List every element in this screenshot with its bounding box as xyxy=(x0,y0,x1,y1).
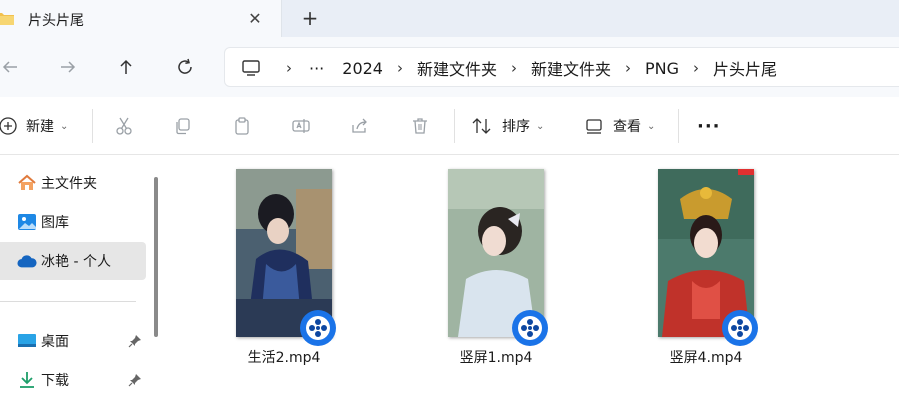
rename-button[interactable] xyxy=(289,97,313,155)
view-button[interactable]: 查看 ⌄ xyxy=(582,97,655,155)
file-name: 竖屏4.mp4 xyxy=(669,350,743,366)
file-item[interactable]: 竖屏4.mp4 xyxy=(628,169,758,369)
sidebar-item-label: 桌面 xyxy=(41,334,69,350)
copy-icon xyxy=(171,114,195,138)
file-item[interactable]: 竖屏1.mp4 xyxy=(418,169,548,369)
sidebar-item-label: 图库 xyxy=(41,215,69,231)
home-icon xyxy=(17,173,37,193)
computer-icon[interactable] xyxy=(241,58,261,78)
file-name: 生活2.mp4 xyxy=(247,350,321,366)
cloud-icon xyxy=(17,251,37,271)
plus-circle-icon xyxy=(0,114,20,138)
breadcrumb-item[interactable]: 新建文件夹 xyxy=(417,56,497,80)
sidebar-item-downloads[interactable]: 下载 xyxy=(0,361,146,399)
pin-icon[interactable] xyxy=(128,373,142,387)
up-arrow-icon[interactable] xyxy=(112,53,140,81)
tab-title: 片头片尾 xyxy=(28,13,84,29)
new-button[interactable]: 新建 ⌄ xyxy=(0,97,68,155)
breadcrumb-more[interactable]: ··· xyxy=(309,59,324,78)
rename-icon xyxy=(289,114,313,138)
chevron-down-icon: ⌄ xyxy=(60,120,69,132)
tab-bar: 片头片尾 ✕ + xyxy=(0,0,899,37)
breadcrumb: › ··· 2024 › 新建文件夹 › 新建文件夹 › PNG › 片头片尾 xyxy=(273,48,777,88)
sidebar-scrollbar[interactable] xyxy=(154,177,158,337)
breadcrumb-item[interactable]: 片头片尾 xyxy=(713,56,777,80)
view-icon xyxy=(582,114,606,138)
share-button[interactable] xyxy=(348,97,372,155)
sidebar-item-label: 冰艳 - 个人 xyxy=(41,254,111,270)
new-tab-button[interactable]: + xyxy=(298,6,322,30)
back-arrow-icon[interactable] xyxy=(0,53,24,81)
trash-icon xyxy=(408,114,432,138)
address-row: › ··· 2024 › 新建文件夹 › 新建文件夹 › PNG › 片头片尾 xyxy=(0,37,899,97)
close-icon[interactable]: ✕ xyxy=(243,6,267,30)
breadcrumb-item[interactable]: 新建文件夹 xyxy=(531,56,611,80)
video-player-icon xyxy=(722,310,758,346)
sidebar-item-label: 主文件夹 xyxy=(41,176,97,192)
sidebar-item-onedrive[interactable]: 冰艳 - 个人 xyxy=(0,242,146,280)
pin-icon[interactable] xyxy=(128,334,142,348)
copy-button[interactable] xyxy=(171,97,195,155)
new-label: 新建 xyxy=(26,119,54,135)
divider xyxy=(678,109,679,143)
view-label: 查看 xyxy=(613,119,641,135)
video-player-icon xyxy=(300,310,336,346)
clipboard-icon xyxy=(230,114,254,138)
cut-button[interactable] xyxy=(112,97,136,155)
sort-icon xyxy=(470,114,494,138)
sidebar-item-label: 下载 xyxy=(41,373,69,389)
file-name: 竖屏1.mp4 xyxy=(459,350,533,366)
refresh-icon[interactable] xyxy=(171,53,199,81)
folder-icon xyxy=(0,13,14,25)
video-player-icon xyxy=(512,310,548,346)
divider xyxy=(92,109,93,143)
paste-button[interactable] xyxy=(230,97,254,155)
file-list: 生活2.mp4 竖屏1.mp4 竖屏4.mp4 xyxy=(160,155,899,400)
sort-button[interactable]: 排序 ⌄ xyxy=(470,97,544,155)
gallery-icon xyxy=(17,212,37,232)
desktop-icon xyxy=(17,331,37,351)
share-icon xyxy=(348,114,372,138)
forward-arrow-icon[interactable] xyxy=(54,53,82,81)
chevron-down-icon: ⌄ xyxy=(647,120,656,132)
chevron-right-icon[interactable]: › xyxy=(273,59,305,77)
file-item[interactable]: 生活2.mp4 xyxy=(206,169,336,369)
scissors-icon xyxy=(112,114,136,138)
navigation-pane: 主文件夹 图库 冰艳 - 个人 桌面 下载 xyxy=(0,155,160,400)
sidebar-item-gallery[interactable]: 图库 xyxy=(0,203,146,241)
breadcrumb-item[interactable]: 2024 xyxy=(342,59,383,78)
chevron-right-icon[interactable]: › xyxy=(611,59,645,77)
divider xyxy=(0,301,136,302)
chevron-right-icon[interactable]: › xyxy=(497,59,531,77)
divider xyxy=(454,109,455,143)
chevron-right-icon[interactable]: › xyxy=(383,59,417,77)
more-options-button[interactable]: ··· xyxy=(697,97,721,155)
sidebar-item-desktop[interactable]: 桌面 xyxy=(0,322,146,360)
breadcrumb-item[interactable]: PNG xyxy=(645,59,679,78)
chevron-down-icon: ⌄ xyxy=(536,120,545,132)
command-toolbar: 新建 ⌄ 排序 ⌄ 查看 ⌄ ··· xyxy=(0,97,899,155)
delete-button[interactable] xyxy=(408,97,432,155)
download-icon xyxy=(17,370,37,390)
sidebar-item-home[interactable]: 主文件夹 xyxy=(0,164,146,202)
address-bar[interactable]: › ··· 2024 › 新建文件夹 › 新建文件夹 › PNG › 片头片尾 xyxy=(224,47,899,87)
chevron-right-icon[interactable]: › xyxy=(679,59,713,77)
tab-current[interactable]: 片头片尾 ✕ xyxy=(0,0,282,37)
sort-label: 排序 xyxy=(502,119,530,135)
